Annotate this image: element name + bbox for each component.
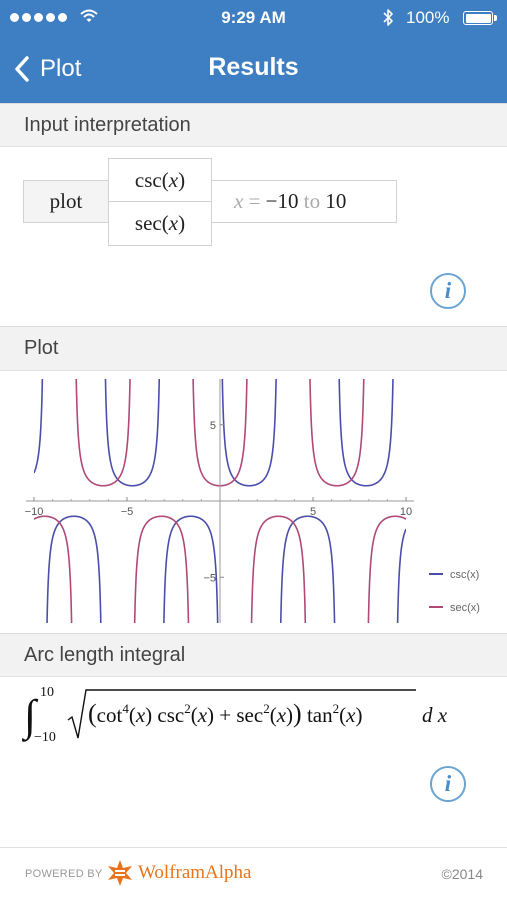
app-header: 9:29 AM 100% Plot Results [0,0,507,103]
function-cell-2: sec(x) [108,201,212,246]
x-tick-label: −10 [25,506,44,518]
info-button-input[interactable]: i [430,273,466,309]
plot-chart: −10 −5 5 10 5 −5 csc(x) sec(x) [0,371,507,633]
legend-label: csc(x) [450,569,479,581]
function-1: csc(x) [134,168,186,192]
wolfram-star-icon [108,860,132,886]
pod-title: Input interpretation [24,113,191,136]
integrand: (cot4(x) csc2(x) + sec2(x)) tan2(x) [88,699,362,728]
powered-by-label: POWERED BY [25,868,103,880]
lower-limit: −10 [34,730,56,745]
plot-command: plot [49,189,83,213]
differential: d x [422,703,448,727]
plot-command-cell: plot [23,180,109,223]
battery-icon [463,11,497,25]
battery-percent: 100% [406,8,450,27]
y-tick-label: −5 [203,572,216,584]
range-to: 10 [325,189,347,213]
chart-svg: −10 −5 5 10 5 −5 csc(x) sec(x) [25,379,480,623]
status-bar: 9:29 AM 100% [0,0,507,36]
function-2: sec(x) [134,211,186,235]
x-tick-label: 5 [310,506,316,518]
bluetooth-icon [383,9,393,26]
x-tick-label: 10 [400,506,412,518]
x-tick-label: −5 [121,506,134,518]
info-button-arc[interactable]: i [430,766,466,802]
pod-title: Plot [24,337,59,359]
info-icon: i [444,771,452,796]
input-interpretation-header: Input interpretation [0,103,507,147]
range-cell: x = −10 to 10 [211,180,397,223]
wolfram-brand: WolframAlpha [138,862,252,883]
page-title: Results [208,53,299,81]
arc-length-formula: ∫ 10 −10 (cot4(x) csc2(x) + sec2(x)) tan… [21,684,462,751]
range-to-word: to [303,189,321,213]
range-from: −10 [265,189,299,213]
y-tick-label: 5 [210,420,216,432]
pod-title: Arc length integral [24,643,186,666]
upper-limit: 10 [40,685,54,700]
info-icon: i [444,278,452,303]
footer: POWERED BY WolframAlpha ©2014 [0,847,507,900]
arc-length-header: Arc length integral [0,633,507,677]
range-variable: x [234,189,244,213]
range-equals: = [248,189,261,213]
plot-pod-header: Plot [0,326,507,371]
formula-svg: ∫ 10 −10 (cot4(x) csc2(x) + sec2(x)) tan… [21,685,448,745]
function-cell-1: csc(x) [108,158,212,203]
legend-label: sec(x) [450,602,480,614]
copyright: ©2014 [441,866,483,882]
range-text: x = −10 to 10 [234,189,346,214]
